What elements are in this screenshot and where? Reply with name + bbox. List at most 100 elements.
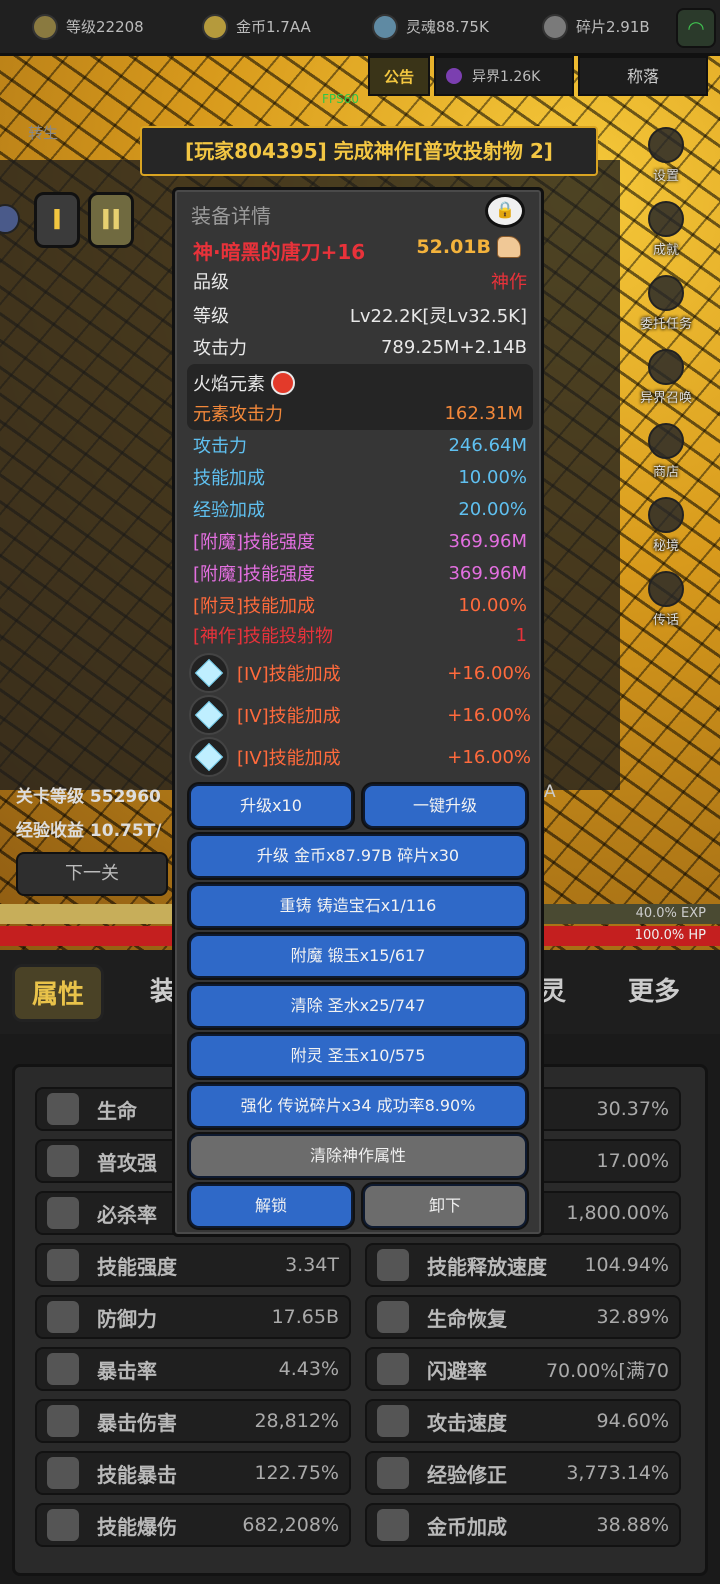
resource-shard: 碎片2.91B	[510, 0, 680, 55]
unequip-button[interactable]: 卸下	[363, 1184, 527, 1228]
resource-level: 等级22208	[0, 0, 170, 55]
stat-right-3: 技能释放速度 104.94%	[365, 1243, 681, 1287]
side-menu-shop[interactable]: 商店	[628, 406, 704, 480]
notice-button[interactable]: 公告	[368, 56, 430, 96]
side-menu-tasks[interactable]: 委托任务	[628, 258, 704, 332]
stat-left-8: 技能爆伤 682,208%	[35, 1503, 351, 1547]
tab-more[interactable]: 更多	[628, 964, 680, 1022]
row-attack: 攻击力 789.25M+2.14B	[193, 336, 527, 360]
side-menu: 设置 成就 委托任务 异界召唤 商店 秘境 传话	[628, 110, 704, 628]
resource-gold: 金币1.7AA	[170, 0, 340, 55]
row-grade: 品级 神作	[193, 272, 527, 293]
lightning-icon	[47, 1249, 79, 1281]
stage-level: 关卡等级 552960	[16, 787, 161, 807]
clear-button[interactable]: 清除 圣水x25/747	[189, 984, 527, 1028]
level-crown-icon	[32, 13, 58, 40]
element-box: 火焰元素 元素攻击力 162.31M	[187, 364, 533, 430]
rebirth-label[interactable]: 转生	[28, 122, 58, 143]
crown-icon	[377, 1457, 409, 1489]
side-menu-settings[interactable]: 设置	[628, 110, 704, 184]
eye-icon	[648, 349, 684, 385]
shield-icon	[47, 1301, 79, 1333]
star-icon	[648, 201, 684, 237]
exp-income: 经验收益 10.75T/	[16, 821, 162, 841]
announcement-banner: [玩家804395] 完成神作[普攻投射物 2]	[140, 126, 598, 176]
gear-icon	[648, 127, 684, 163]
stat-left-4: 防御力 17.65B	[35, 1295, 351, 1339]
equipment-detail-modal: 装备详情 🔒 神·暗黑的唐刀+16 52.01B 品级 神作 等级 Lv22.2…	[172, 187, 544, 1237]
shop-icon	[648, 423, 684, 459]
attr-row: 攻击力 246.64M	[193, 434, 527, 458]
tier-button-1[interactable]: I	[34, 192, 80, 248]
enchant-button[interactable]: 附魔 锻玉x15/617	[189, 934, 527, 978]
reforge-button[interactable]: 重铸 铸造宝石x1/116	[189, 884, 527, 928]
attr-row: 技能加成 10.00%	[193, 466, 527, 490]
upgrade-x10-button[interactable]: 升级x10	[189, 784, 353, 828]
claw-icon	[47, 1353, 79, 1385]
stat-right-7: 经验修正 3,773.14%	[365, 1451, 681, 1495]
stat-right-6: 攻击速度 94.60%	[365, 1399, 681, 1443]
one-click-upgrade-button[interactable]: 一键升级	[363, 784, 527, 828]
upgrade-button[interactable]: 升级 金币x87.97B 碎片x30	[189, 834, 527, 878]
stat-left-3: 技能强度 3.34T	[35, 1243, 351, 1287]
lock-icon[interactable]: 🔒	[485, 194, 525, 228]
item-power: 52.01B	[416, 236, 521, 258]
kill-icon	[47, 1197, 79, 1229]
attr-row: 经验加成 20.00%	[193, 498, 527, 522]
diamond-gem-icon[interactable]	[189, 653, 229, 693]
side-menu-summon[interactable]: 异界召唤	[628, 332, 704, 406]
side-menu-achievements[interactable]: 成就	[628, 184, 704, 258]
otherworld-button[interactable]: 异界1.26K	[434, 56, 574, 96]
gold-coin-icon	[202, 13, 228, 40]
item-name: 神·暗黑的唐刀+16	[193, 240, 366, 264]
diamond-gem-icon[interactable]	[189, 695, 229, 735]
claw-icon	[47, 1405, 79, 1437]
element-header: 火焰元素	[193, 370, 295, 396]
task-icon	[648, 275, 684, 311]
health-cross-icon	[47, 1093, 79, 1125]
hp-bar-label: 100.0% HP	[634, 928, 706, 943]
attr-row: [附灵]技能加成 10.00%	[193, 594, 527, 618]
connection-icon[interactable]: ◠	[676, 8, 716, 48]
gem-row: [IV]技能加成 +16.00%	[189, 653, 531, 693]
strength-arm-icon	[497, 236, 521, 258]
gem-row: [IV]技能加成 +16.00%	[189, 695, 531, 735]
blue-flame-icon	[47, 1457, 79, 1489]
diamond-gem-icon[interactable]	[189, 737, 229, 777]
cast-speed-icon	[377, 1249, 409, 1281]
resource-soul: 灵魂88.75K	[340, 0, 510, 55]
side-menu-secret-realm[interactable]: 秘境	[628, 480, 704, 554]
unlock-button[interactable]: 解锁	[189, 1184, 353, 1228]
stat-right-8: 金币加成 38.88%	[365, 1503, 681, 1547]
tier-button-2[interactable]: II	[88, 192, 134, 248]
attr-row: [附魔]技能强度 369.96M	[193, 562, 527, 586]
row-level: 等级 Lv22.2K[灵Lv32.5K]	[193, 306, 527, 327]
modal-title: 装备详情	[191, 204, 271, 228]
horn-icon	[648, 571, 684, 607]
gem-row: [IV]技能加成 +16.00%	[189, 737, 531, 777]
soul-icon	[372, 13, 398, 40]
portal-icon	[648, 497, 684, 533]
blue-flame-icon	[47, 1509, 79, 1541]
fps-counter: FPS60	[322, 92, 360, 106]
stat-right-4: 生命恢复 32.89%	[365, 1295, 681, 1339]
row-element-attack: 元素攻击力 162.31M	[193, 402, 523, 426]
attack-arrow-icon	[47, 1145, 79, 1177]
spirit-button[interactable]: 附灵 圣玉x10/575	[189, 1034, 527, 1078]
gold-coin-icon	[377, 1509, 409, 1541]
strengthen-button[interactable]: 强化 传说碎片x34 成功率8.90%	[189, 1084, 527, 1128]
fire-element-icon	[271, 371, 295, 395]
tab-attributes[interactable]: 属性	[12, 964, 104, 1022]
stat-right-5: 闪避率 70.00%[满70	[365, 1347, 681, 1391]
boot-icon	[377, 1353, 409, 1385]
next-stage-button[interactable]: 下一关	[16, 852, 168, 896]
fall-button[interactable]: 称落	[578, 56, 708, 96]
regen-icon	[377, 1301, 409, 1333]
stat-left-7: 技能暴击 122.75%	[35, 1451, 351, 1495]
clear-divine-attribute-button[interactable]: 清除神作属性	[189, 1134, 527, 1178]
side-menu-message[interactable]: 传话	[628, 554, 704, 628]
exp-bar-label: 40.0% EXP	[635, 906, 706, 921]
otherworld-icon	[446, 68, 462, 84]
shard-icon	[542, 13, 568, 40]
resource-bar: 等级22208 金币1.7AA 灵魂88.75K 碎片2.91B ◠	[0, 0, 720, 56]
